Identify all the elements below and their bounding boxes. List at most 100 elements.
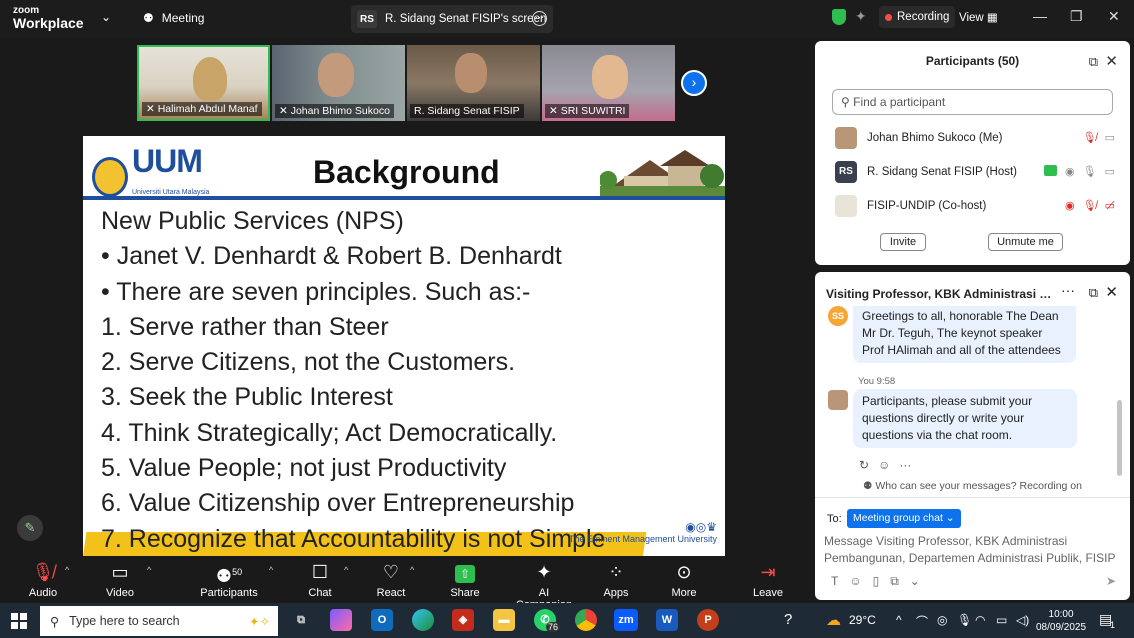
- participant-row[interactable]: FISIP-UNDIP (Co-host) ◉ 🎙︎̸ ▭̸: [835, 189, 1115, 223]
- leave-button[interactable]: ⇥ Leave: [752, 561, 784, 599]
- copilot-icon[interactable]: [330, 609, 352, 631]
- video-options-caret-icon[interactable]: ^: [147, 565, 151, 575]
- react-button[interactable]: ♡ React: [374, 561, 408, 599]
- participants-button[interactable]: ⚉50 Participants: [199, 561, 259, 599]
- chat-message-input[interactable]: Message Visiting Professor, KBK Administ…: [824, 533, 1124, 567]
- task-view-icon[interactable]: ⧉: [290, 609, 312, 631]
- ai-sparkle-icon[interactable]: ✦: [855, 8, 867, 25]
- battery-icon[interactable]: ▭: [996, 613, 1007, 627]
- search-placeholder: Type here to search: [69, 614, 180, 628]
- mic-muted-icon[interactable]: 🎙︎̸: [1083, 199, 1097, 212]
- popout-icon[interactable]: ⧉: [1089, 285, 1098, 301]
- chrome-icon[interactable]: [575, 609, 597, 631]
- send-icon[interactable]: ➤: [1106, 574, 1116, 588]
- participants-options-caret-icon[interactable]: ^: [269, 565, 273, 575]
- apps-button[interactable]: ⁘ Apps: [601, 561, 631, 599]
- chat-scrollbar[interactable]: [1117, 400, 1122, 476]
- thumbnail-name: ✕ SRI SUWITRI: [545, 104, 630, 118]
- visibility-note[interactable]: ⚉ Who can see your messages? Recording o…: [815, 480, 1130, 492]
- recipient-dropdown[interactable]: Meeting group chat ⌄: [847, 509, 961, 528]
- video-thumbnail[interactable]: ✕ Halimah Abdul Manaf: [137, 45, 270, 121]
- reply-icon[interactable]: ↻: [859, 458, 869, 472]
- show-hidden-icons-icon[interactable]: ^: [896, 613, 902, 627]
- meeting-toolbar: 🎙︎̸ Audio ^ ▭ Video ^ ⚉50 Participants ^…: [0, 557, 812, 611]
- word-icon[interactable]: W: [656, 609, 678, 631]
- camera-tray-icon[interactable]: ◎: [937, 613, 947, 627]
- next-page-arrow-icon[interactable]: ›: [681, 70, 707, 96]
- camera-icon[interactable]: ▭: [1105, 165, 1115, 178]
- more-icon[interactable]: ···: [899, 458, 911, 472]
- video-thumbnail-strip: ✕ Halimah Abdul Manaf ✕ Johan Bhimo Suko…: [137, 45, 675, 121]
- taskbar-search-input[interactable]: ⚲ Type here to search ✦✧: [40, 606, 278, 636]
- slide-line: 4. Think Strategically; Act Democratical…: [101, 418, 558, 447]
- video-button[interactable]: ▭ Video: [104, 561, 136, 599]
- logo-bottom: Workplace: [13, 15, 84, 31]
- mic-icon[interactable]: 🎙︎: [1083, 165, 1097, 178]
- unmute-me-button[interactable]: Unmute me: [988, 233, 1063, 251]
- camera-off-icon[interactable]: ▭̸: [1105, 199, 1115, 212]
- windows-start-icon[interactable]: [11, 613, 27, 629]
- grid-icon: ▦: [986, 12, 998, 24]
- popout-icon[interactable]: ⧉: [1089, 54, 1098, 70]
- message-time: 9:58: [876, 376, 896, 387]
- more-options-icon[interactable]: ···: [1061, 282, 1075, 298]
- edge-icon[interactable]: [412, 609, 434, 631]
- recording-icon: ◉: [1065, 200, 1075, 212]
- annotate-pen-icon[interactable]: ✎: [17, 515, 43, 541]
- close-icon[interactable]: ✕: [1105, 283, 1118, 301]
- file-explorer-icon[interactable]: ▬: [493, 609, 515, 631]
- maximize-button[interactable]: ❐: [1070, 8, 1083, 25]
- network-icon[interactable]: ⌒: [916, 613, 928, 630]
- mic-tray-icon[interactable]: 🎙︎: [957, 613, 972, 627]
- chat-options-caret-icon[interactable]: ^: [344, 565, 348, 575]
- help-icon[interactable]: ?: [784, 611, 792, 628]
- screenshot-icon[interactable]: ⧉: [890, 574, 899, 589]
- slide-line: • There are seven principles. Such as:-: [101, 277, 531, 306]
- view-button[interactable]: View ▦: [959, 10, 998, 24]
- participant-row[interactable]: Johan Bhimo Sukoco (Me) 🎙︎̸ ▭: [835, 121, 1115, 155]
- zoom-app-icon[interactable]: zm: [614, 609, 638, 631]
- outlook-icon[interactable]: O: [371, 609, 393, 631]
- recording-indicator[interactable]: Recording: [879, 6, 956, 28]
- text-format-icon[interactable]: T: [831, 574, 838, 589]
- audio-options-caret-icon[interactable]: ^: [65, 565, 69, 575]
- invite-button[interactable]: Invite: [880, 233, 926, 251]
- audio-button[interactable]: 🎙︎̸ Audio: [28, 561, 58, 599]
- slide-line: 6. Value Citizenship over Entrepreneursh…: [101, 489, 575, 518]
- clock[interactable]: 10:00 08/09/2025: [1036, 608, 1086, 634]
- header-rule: [83, 196, 725, 200]
- share-button[interactable]: ⇧ Share: [448, 561, 482, 599]
- volume-icon[interactable]: ◁): [1016, 613, 1029, 627]
- security-app-icon[interactable]: ◈: [452, 609, 474, 631]
- minimize-button[interactable]: —: [1033, 8, 1047, 24]
- video-thumbnail[interactable]: ✕ SRI SUWITRI: [542, 45, 675, 121]
- close-window-button[interactable]: ✕: [1108, 8, 1120, 25]
- participant-search-input[interactable]: ⚲ Find a participant: [832, 89, 1113, 115]
- security-shield-icon[interactable]: [832, 9, 846, 25]
- more-icon[interactable]: ···: [532, 11, 547, 26]
- chevron-down-icon[interactable]: ⌄: [101, 10, 111, 24]
- chevron-down-icon[interactable]: ⌄: [910, 574, 920, 589]
- emoji-react-icon[interactable]: ☺: [878, 458, 890, 472]
- shared-screen-tab[interactable]: RS R. Sidang Senat FISIP's screen ···: [351, 5, 553, 33]
- view-label: View: [959, 12, 984, 24]
- camera-icon[interactable]: ▭: [1105, 131, 1115, 144]
- more-button[interactable]: ⊙ More: [669, 561, 699, 599]
- chat-button[interactable]: ☐ Chat: [305, 561, 335, 599]
- emoji-icon[interactable]: ☺: [849, 574, 861, 589]
- mic-muted-icon[interactable]: 🎙︎̸: [1083, 131, 1097, 144]
- wifi-icon[interactable]: ◠: [975, 613, 985, 627]
- close-icon[interactable]: ✕: [1105, 52, 1118, 70]
- recording-icon: ◉: [1065, 166, 1075, 178]
- participant-name: FISIP-UNDIP (Co-host): [867, 200, 987, 212]
- uum-seal-icon: [92, 157, 128, 197]
- weather-temp[interactable]: 29°C: [849, 613, 876, 627]
- react-options-caret-icon[interactable]: ^: [410, 565, 414, 575]
- powerpoint-icon[interactable]: P: [697, 609, 719, 631]
- file-icon[interactable]: ▯: [873, 574, 880, 589]
- participant-row[interactable]: RS R. Sidang Senat FISIP (Host) ◉ 🎙︎ ▭: [835, 155, 1115, 189]
- meeting-tab[interactable]: ⚉ Meeting: [143, 11, 204, 25]
- video-thumbnail[interactable]: ✕ Johan Bhimo Sukoco: [272, 45, 405, 121]
- visibility-note-text: Who can see your messages? Recording on: [875, 480, 1082, 492]
- video-thumbnail[interactable]: R. Sidang Senat FISIP: [407, 45, 540, 121]
